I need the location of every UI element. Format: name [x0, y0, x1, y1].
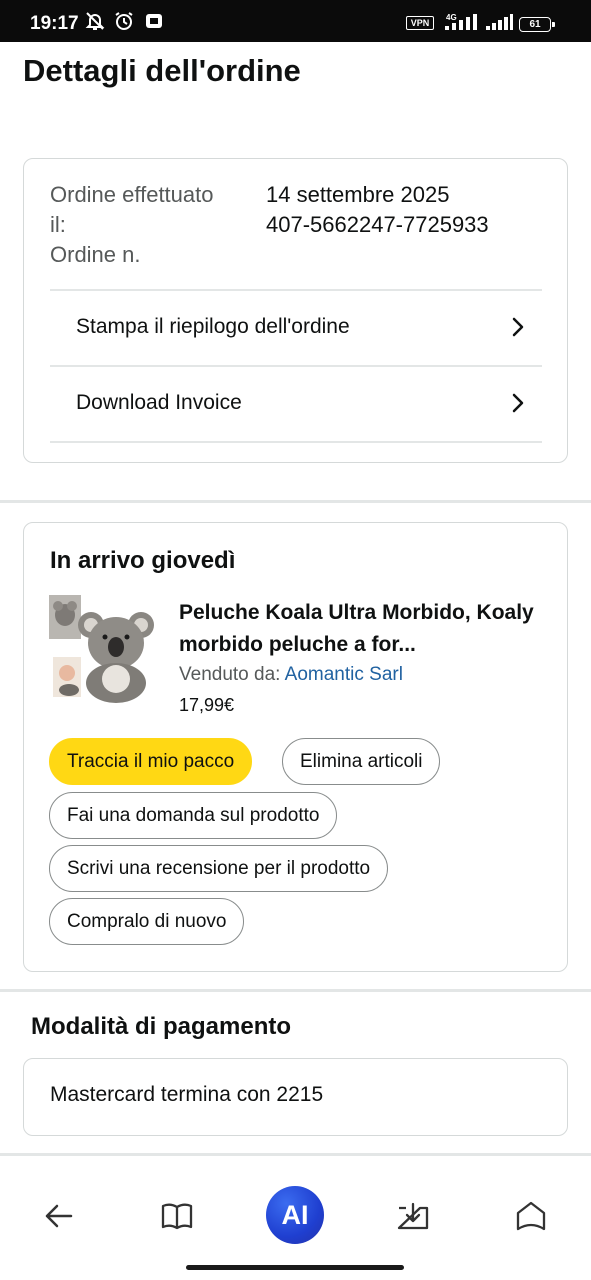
status-time: 19:17 [30, 13, 79, 34]
seller-prefix: Venduto da: [179, 664, 281, 685]
print-summary-label: Stampa il riepilogo dell'ordine [76, 315, 350, 338]
divider [50, 441, 542, 443]
payment-card: Mastercard termina con 2215 [23, 1058, 568, 1136]
download-invoice-label: Download Invoice [76, 391, 242, 414]
cell-signal-2-icon [486, 14, 513, 30]
ask-question-button[interactable]: Fai una domanda sul prodotto [49, 792, 338, 839]
order-placed-label: Ordine effettuato il: [50, 182, 214, 237]
vpn-badge: VPN [406, 16, 434, 30]
order-placed-date: 14 settembre 2025 [266, 182, 450, 207]
app-notification-icon [146, 14, 162, 28]
status-bar: 19:17 VPN 4G 61 [0, 0, 591, 42]
chevron-right-icon [512, 317, 524, 337]
home-icon[interactable] [509, 1194, 553, 1238]
product-title[interactable]: Peluche Koala Ultra Morbido, Koaly morbi… [179, 597, 539, 661]
ai-assistant-button[interactable]: AI [266, 1186, 324, 1244]
ai-label: AI [281, 1200, 309, 1230]
seller-line: Venduto da: Aomantic Sarl [179, 664, 403, 686]
seller-link[interactable]: Aomantic Sarl [285, 664, 403, 685]
delivery-status-heading: In arrivo giovedì [50, 547, 236, 574]
book-icon[interactable] [155, 1194, 199, 1238]
print-summary-row[interactable]: Stampa il riepilogo dell'ordine [50, 291, 542, 365]
page-title: Dettagli dell'ordine [23, 53, 301, 88]
write-review-button[interactable]: Scrivi una recensione per il prodotto [49, 845, 389, 892]
section-divider [0, 1153, 591, 1156]
chevron-right-icon [512, 393, 524, 413]
order-labels: Ordine effettuato il: Ordine n. [50, 180, 230, 270]
section-divider [0, 989, 591, 992]
delete-items-button[interactable]: Elimina articoli [282, 738, 441, 785]
shipment-card: In arrivo giovedì Peluche Koala Ultra Mo… [23, 522, 568, 972]
muted-bell-icon [85, 12, 105, 30]
order-summary-card: Ordine effettuato il: Ordine n. 14 sette… [23, 158, 568, 463]
order-values: 14 settembre 2025 407-5662247-7725933 [266, 180, 566, 240]
product-image[interactable] [49, 595, 159, 705]
product-price: 17,99€ [179, 695, 235, 715]
track-package-button[interactable]: Traccia il mio pacco [49, 738, 253, 785]
alarm-icon [115, 12, 133, 30]
section-divider [0, 500, 591, 503]
buy-again-button[interactable]: Compralo di nuovo [49, 898, 245, 945]
order-number-label: Ordine n. [50, 242, 141, 267]
payment-heading: Modalità di pagamento [31, 1013, 292, 1040]
cell-signal-icon [445, 14, 477, 30]
payment-method: Mastercard termina con 2215 [50, 1083, 324, 1106]
download-invoice-row[interactable]: Download Invoice [50, 367, 542, 441]
download-tray-icon[interactable] [391, 1194, 435, 1238]
home-indicator [186, 1265, 404, 1270]
back-arrow-icon[interactable] [37, 1194, 81, 1238]
order-number-value: 407-5662247-7725933 [266, 212, 489, 237]
battery-indicator: 61 [519, 17, 555, 32]
